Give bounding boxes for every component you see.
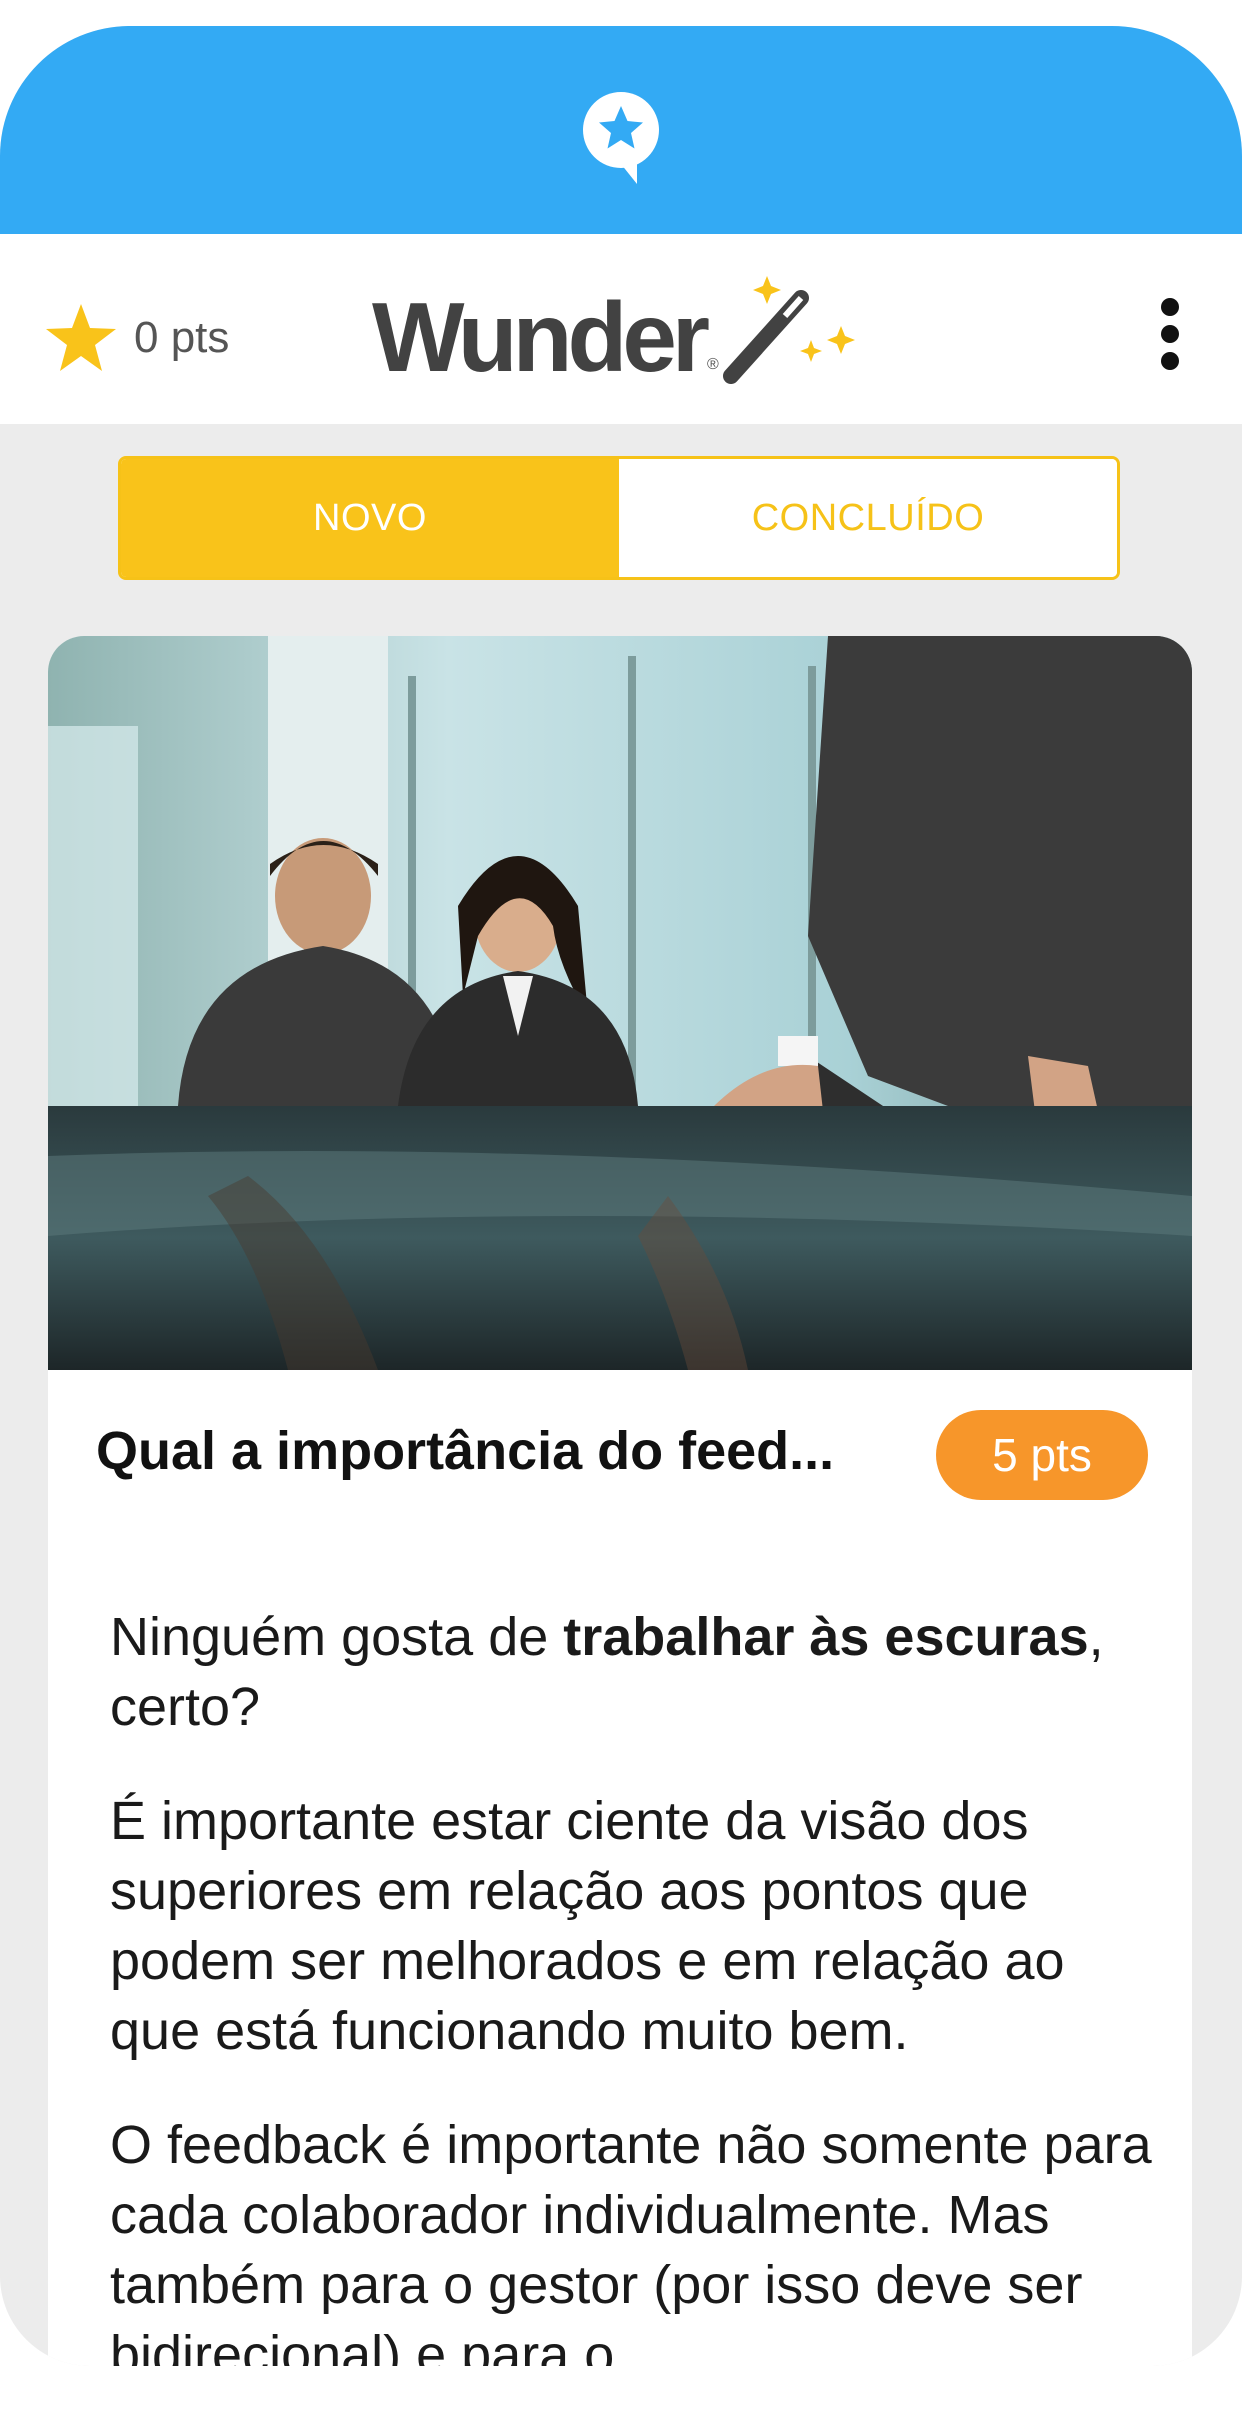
wunder-logo: Wunder ® — [372, 276, 863, 386]
card-header: Qual a importância do feed... 5 pts — [48, 1410, 1192, 1500]
magic-wand-icon — [722, 276, 855, 384]
points-badge: 5 pts — [936, 1410, 1148, 1500]
star-chat-bubble-icon — [583, 92, 659, 184]
star-icon — [46, 304, 116, 371]
paragraph-3: O feedback é importante não somente para… — [110, 2115, 1152, 2366]
content-card[interactable]: Qual a importância do feed... 5 pts Ning… — [48, 636, 1192, 2366]
top-bar — [0, 26, 1242, 234]
app-header: 0 pts Wunder ® — [0, 234, 1242, 424]
tab-concluido[interactable]: CONCLUÍDO — [619, 459, 1117, 577]
tab-novo[interactable]: NOVO — [121, 459, 619, 577]
card-title[interactable]: Qual a importância do feed... — [96, 1420, 834, 1482]
logo-text: Wunder — [372, 282, 710, 392]
card-body: Ninguém gosta de trabalhar às escuras, c… — [110, 1602, 1160, 2366]
logo-registered-mark: ® — [706, 356, 719, 373]
paragraph-1: Ninguém gosta de trabalhar às escuras, c… — [110, 1607, 1104, 1737]
status-tabs: NOVO CONCLUÍDO — [118, 456, 1120, 580]
kebab-menu-icon[interactable] — [1150, 294, 1190, 374]
meeting-photo — [48, 636, 1192, 1370]
points-indicator[interactable]: 0 pts — [44, 302, 229, 374]
paragraph-2: É importante estar ciente da visão dos s… — [110, 1791, 1065, 2061]
app-screen: 0 pts Wunder ® NOVO CONCLUÍDO Qual a imp… — [0, 26, 1242, 2366]
points-label: 0 pts — [134, 313, 230, 362]
